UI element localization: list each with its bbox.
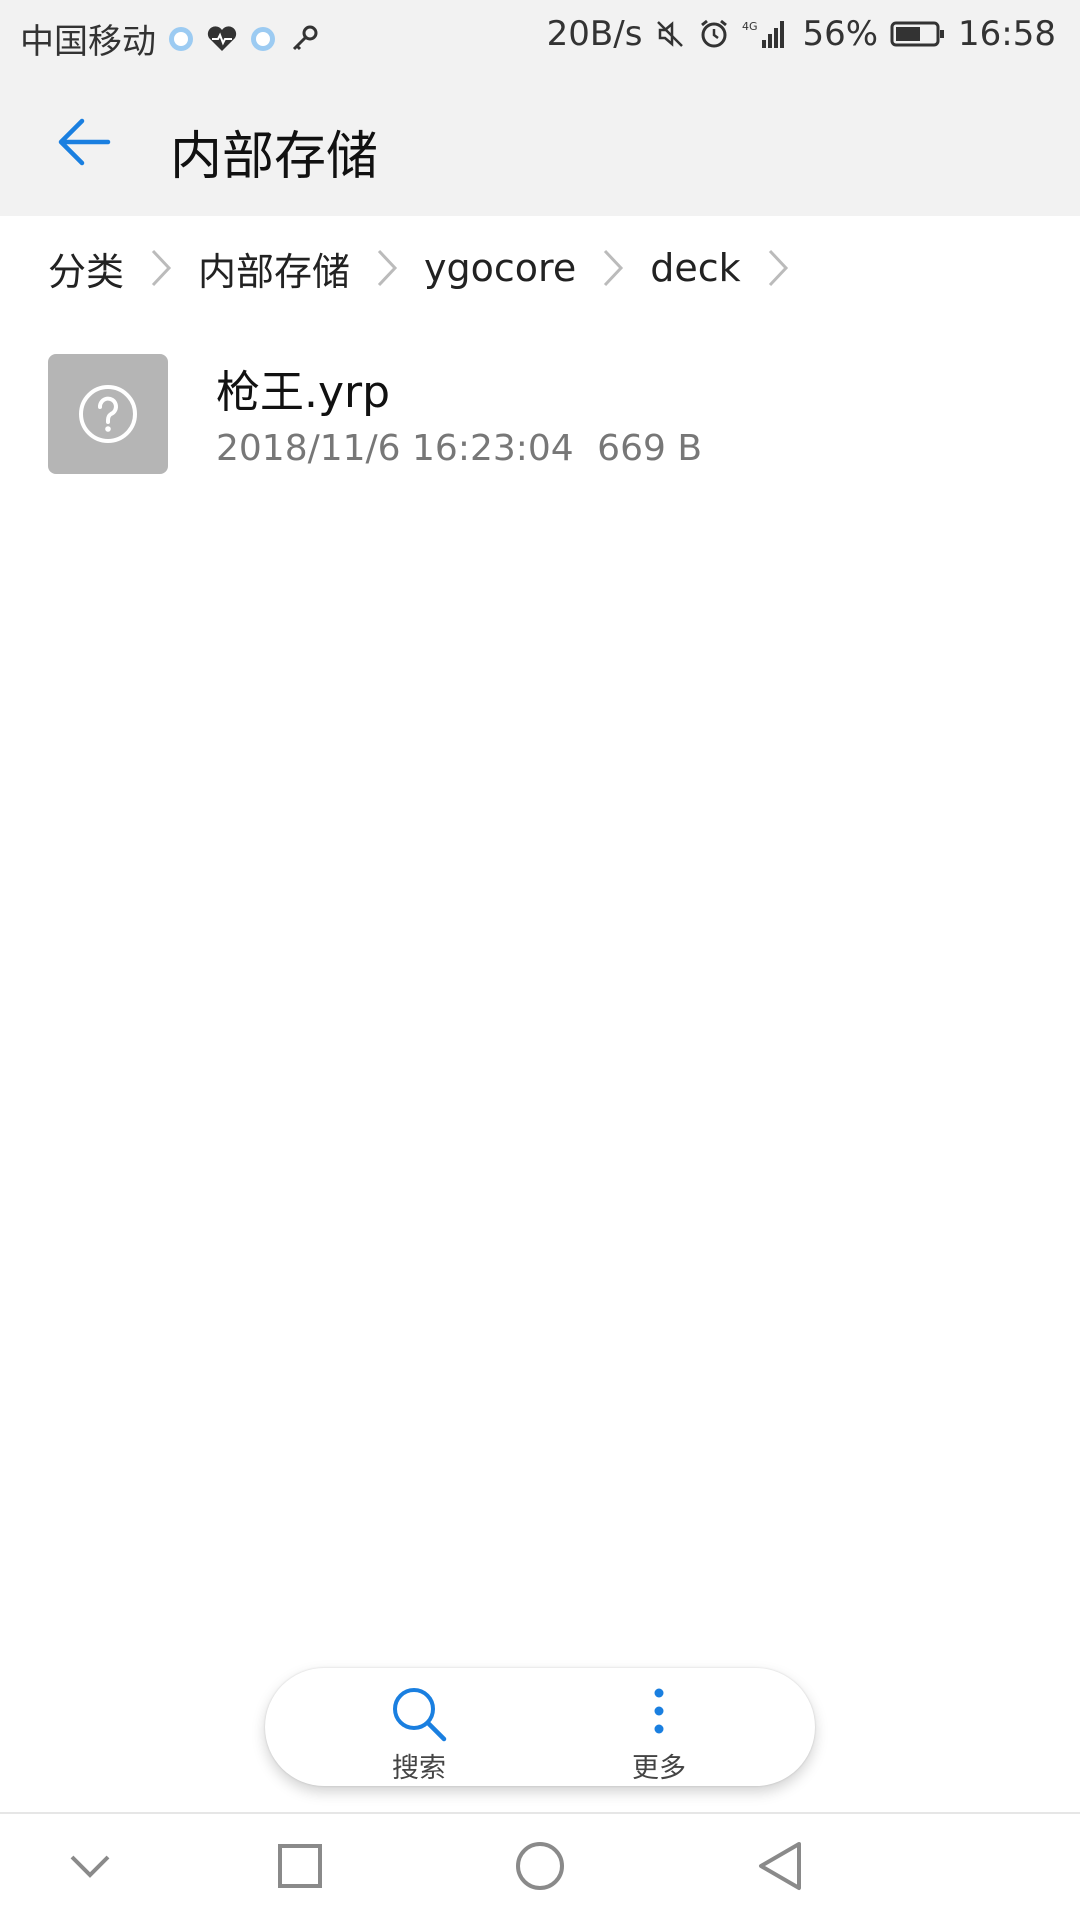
nav-recents-button[interactable] — [260, 1838, 340, 1898]
title-bar: 内部存储 — [0, 72, 1080, 216]
cloud-icon — [166, 24, 196, 54]
breadcrumb-item-deck[interactable]: deck — [650, 246, 740, 290]
carrier-name: 中国移动 — [20, 22, 156, 62]
chevron-right-icon — [602, 248, 624, 288]
heart-icon — [206, 25, 238, 53]
unknown-file-icon — [48, 354, 168, 474]
back-button[interactable] — [40, 108, 128, 180]
battery-percent: 56% — [802, 14, 879, 54]
search-button[interactable]: 搜索 — [319, 1668, 519, 1786]
file-meta: 2018/11/6 16:23:04 669 B — [216, 428, 702, 469]
nav-home-button[interactable] — [500, 1838, 580, 1898]
file-size: 669 B — [597, 428, 703, 469]
page-title: 内部存储 — [170, 127, 379, 187]
alarm-icon — [698, 18, 730, 50]
key-icon — [288, 23, 320, 55]
more-vertical-icon — [559, 1684, 759, 1744]
nav-collapse-button[interactable] — [50, 1838, 130, 1898]
battery-icon — [890, 19, 946, 49]
breadcrumb: 分类 内部存储 ygocore deck — [0, 216, 1080, 320]
signal-icon: 4G — [742, 18, 790, 50]
breadcrumb-item-category[interactable]: 分类 — [48, 241, 124, 296]
search-icon — [319, 1684, 519, 1744]
square-icon — [276, 1842, 324, 1894]
file-name: 枪王.yrp — [216, 367, 391, 418]
bottom-toolbar: 搜索 更多 — [265, 1668, 815, 1786]
navigation-bar — [0, 1812, 1080, 1922]
file-date: 2018/11/6 16:23:04 — [216, 428, 574, 469]
more-label: 更多 — [632, 1753, 686, 1784]
breadcrumb-item-ygocore[interactable]: ygocore — [424, 246, 576, 290]
triangle-back-icon — [755, 1840, 805, 1896]
chevron-right-icon — [150, 248, 172, 288]
chevron-down-icon — [68, 1851, 112, 1885]
svg-text:4G: 4G — [742, 20, 758, 33]
search-label: 搜索 — [392, 1753, 446, 1784]
back-arrow-icon — [54, 112, 114, 176]
breadcrumb-item-internal-storage[interactable]: 内部存储 — [198, 241, 350, 296]
net-speed: 20B/s — [546, 14, 643, 54]
cloud-icon — [248, 24, 278, 54]
chevron-right-icon — [376, 248, 398, 288]
clock: 16:58 — [958, 14, 1056, 54]
circle-icon — [514, 1840, 566, 1896]
list-item[interactable]: 枪王.yrp 2018/11/6 16:23:04 669 B — [0, 340, 1080, 490]
nav-back-button[interactable] — [740, 1838, 820, 1898]
chevron-right-icon — [767, 248, 789, 288]
status-bar: 中国移动 20B/s 4G 56% 16:58 — [0, 0, 1080, 72]
more-button[interactable]: 更多 — [559, 1668, 759, 1786]
mute-icon — [654, 18, 686, 50]
